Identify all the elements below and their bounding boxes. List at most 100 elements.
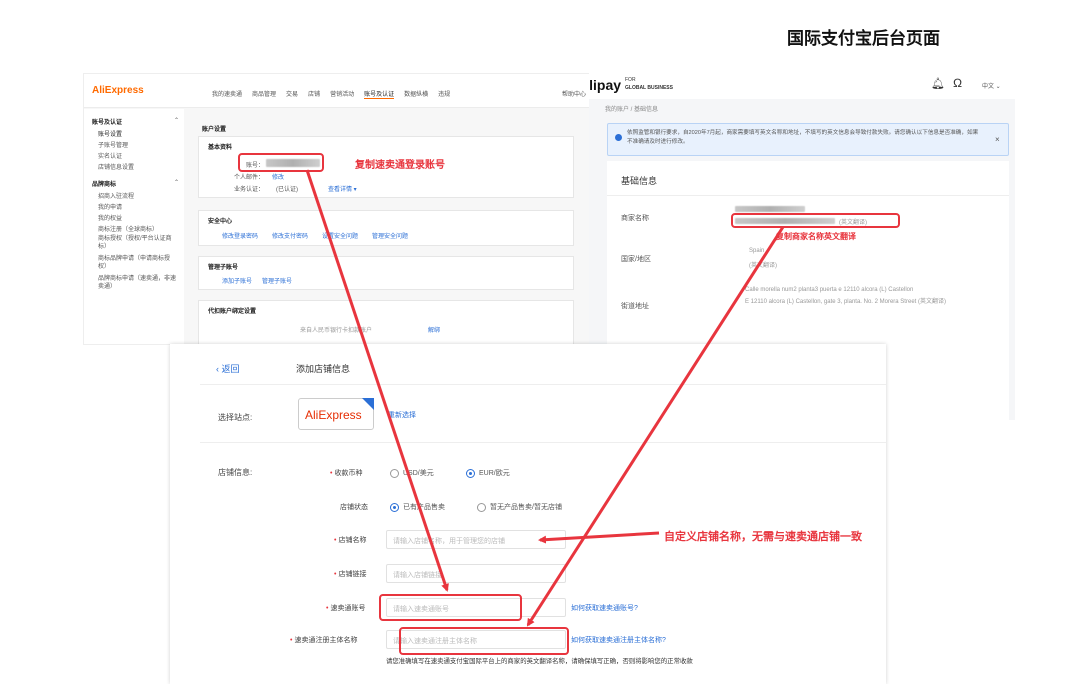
divider bbox=[607, 195, 1009, 196]
account-help-link[interactable]: 如何获取速卖通账号? bbox=[571, 603, 638, 613]
entity-help-link[interactable]: 如何获取速卖通注册主体名称? bbox=[571, 635, 666, 645]
payout-row: 来自人民币银行卡扣款账户 bbox=[300, 328, 373, 334]
address-label: 街道地址 bbox=[621, 303, 649, 310]
highlight-account-input bbox=[379, 594, 522, 621]
shop-name-input[interactable]: 请输入店铺名称，用于管理您的店铺 bbox=[386, 530, 566, 549]
sidebar-item[interactable]: 商标品牌申请（申请商标授权） bbox=[98, 255, 178, 271]
nav-item[interactable]: 数据纵横 bbox=[404, 89, 428, 99]
site-logo: AliExpress bbox=[305, 408, 362, 422]
divider bbox=[200, 442, 886, 443]
basic-info-title: 基本资料 bbox=[208, 145, 233, 151]
sub-account-link[interactable]: 添加子账号 bbox=[222, 276, 252, 285]
sidebar-item[interactable]: 商标注册（全球商标） bbox=[98, 224, 158, 233]
merchant-name-label: 商家名称 bbox=[621, 215, 649, 222]
sidebar-item[interactable]: 商标授权（授权/平台认证商标） bbox=[98, 235, 178, 251]
back-button[interactable]: ‹ 返回 bbox=[216, 362, 240, 375]
sidebar-item[interactable]: 实名认证 bbox=[98, 151, 122, 160]
aliexpress-nav: 我的速卖通 商品管理 交易 店铺 营销活动 账号及认证 数据纵横 违规 bbox=[212, 89, 450, 99]
bell-icon[interactable]: 🔔︎ bbox=[931, 77, 945, 90]
security-link[interactable]: 修改登录密码 bbox=[222, 231, 258, 240]
email-label: 个人邮件： bbox=[234, 175, 265, 181]
status-label: 店铺状态 bbox=[340, 504, 368, 511]
sub-account-link[interactable]: 管理子账号 bbox=[262, 276, 292, 285]
chevron-icon: ⌃ bbox=[174, 180, 180, 186]
address-value: Calle morella num2 planta3 puerta e 1211… bbox=[745, 287, 914, 293]
annotation-copy-login: 复制速卖通登录账号 bbox=[355, 160, 445, 171]
page-title: 国际支付宝后台页面 bbox=[787, 29, 940, 48]
alipay-logo-sub1: FOR bbox=[625, 77, 636, 83]
sidebar-item[interactable]: 子账号管理 bbox=[98, 140, 128, 149]
section-title: 账户设置 bbox=[202, 127, 227, 133]
security-links: 修改登录密码 修改支付密码 设置安全问题 管理安全问题 bbox=[222, 231, 408, 240]
sidebar-item[interactable]: 我的申请 bbox=[98, 202, 122, 211]
security-link[interactable]: 设置安全问题 bbox=[322, 231, 358, 240]
email-edit-link[interactable]: 修改 bbox=[272, 172, 284, 181]
shop-url-label: • 店铺链接 bbox=[334, 571, 367, 578]
sidebar-group-title[interactable]: 账号及认证 bbox=[92, 117, 122, 126]
sidebar-item-active[interactable]: 账号设置 bbox=[98, 129, 122, 138]
annotation-custom-name: 自定义店铺名称，无需与速卖通店铺一致 bbox=[664, 531, 862, 543]
address-value-en: E 12110 alcora (L) Castellon, gate 3, pl… bbox=[745, 299, 946, 305]
form-title: 添加店铺信息 bbox=[296, 364, 351, 374]
chevron-icon: ⌃ bbox=[174, 118, 180, 124]
shop-url-input[interactable]: 请输入店铺链接 bbox=[386, 564, 566, 583]
security-title: 安全中心 bbox=[208, 219, 233, 225]
status-option-selling[interactable]: 已有产品售卖 bbox=[390, 502, 445, 512]
security-card bbox=[198, 210, 574, 246]
sidebar-item[interactable]: 我的权益 bbox=[98, 213, 122, 222]
language-select[interactable]: 中文 ⌄ bbox=[982, 81, 1001, 90]
alipay-logo-sub2: GLOBAL BUSINESS bbox=[625, 85, 673, 91]
currency-label: • 收款币种 bbox=[330, 470, 363, 477]
nav-item[interactable]: 商品管理 bbox=[252, 89, 276, 99]
verify-label: 业务认证： bbox=[234, 187, 265, 193]
annotation-copy-name: 复制商家名称英文翻译 bbox=[776, 232, 856, 241]
breadcrumb: 我的账户 / 基础信息 bbox=[605, 107, 659, 113]
highlight-login-account bbox=[238, 153, 324, 172]
nav-item-active[interactable]: 账号及认证 bbox=[364, 89, 395, 99]
nav-item[interactable]: 我的速卖通 bbox=[212, 89, 242, 99]
status-option-none[interactable]: 暂无产品售卖/暂无店铺 bbox=[477, 502, 562, 512]
highlight-merchant-name bbox=[731, 213, 900, 228]
site-label: 选择站点: bbox=[218, 413, 253, 422]
info-icon bbox=[615, 134, 622, 141]
nav-item[interactable]: 营销活动 bbox=[330, 89, 354, 99]
user-icon[interactable]: Ω bbox=[953, 76, 962, 90]
currency-option-usd[interactable]: USD/美元 bbox=[390, 468, 434, 478]
aliexpress-panel: AliExpress 我的速卖通 商品管理 交易 店铺 营销活动 账号及认证 数… bbox=[83, 73, 595, 345]
sidebar-group-title[interactable]: 品牌商标 bbox=[92, 179, 116, 188]
currency-option-eur[interactable]: EUR/欧元 bbox=[466, 468, 510, 478]
basic-info-title: 基础信息 bbox=[621, 176, 658, 186]
payout-title: 代扣账户绑定设置 bbox=[208, 309, 257, 315]
entity-name-label: • 速卖通注册主体名称 bbox=[290, 637, 358, 644]
reselect-link[interactable]: 重新选择 bbox=[388, 410, 416, 420]
shop-name-label: • 店铺名称 bbox=[334, 537, 367, 544]
security-link[interactable]: 管理安全问题 bbox=[372, 231, 408, 240]
notice-close-icon[interactable]: × bbox=[995, 135, 1000, 144]
nav-item[interactable]: 违规 bbox=[438, 89, 450, 99]
alipay-logo[interactable]: Alipay bbox=[589, 77, 621, 93]
sidebar-item[interactable]: 店铺信息设置 bbox=[98, 162, 134, 171]
security-link[interactable]: 修改支付密码 bbox=[272, 231, 308, 240]
verify-detail-link[interactable]: 查看详情 ▾ bbox=[328, 184, 357, 193]
country-label: 国家/地区 bbox=[621, 256, 651, 263]
aliexpress-sidebar: 账号及认证 ⌃ 账号设置 子账号管理 实名认证 店铺信息设置 品牌商标 ⌃ 招商… bbox=[84, 109, 184, 344]
sub-account-links: 添加子账号 管理子账号 bbox=[222, 276, 292, 285]
payout-unbind-link[interactable]: 解绑 bbox=[428, 325, 440, 334]
nav-item[interactable]: 店铺 bbox=[308, 89, 320, 99]
entity-note: 请您准确填写在速卖通支付宝国际平台上的商家的英文翻译名称，请确保填写正确，否则将… bbox=[386, 658, 693, 665]
sidebar-item[interactable]: 品牌商标申请（速卖通，非速卖通） bbox=[98, 275, 178, 291]
shop-info-label: 店铺信息: bbox=[218, 468, 253, 477]
highlight-entity-input bbox=[399, 627, 569, 655]
sub-account-title: 管理子账号 bbox=[208, 265, 239, 271]
site-logo-box[interactable]: AliExpress bbox=[298, 398, 374, 430]
aliexpress-logo[interactable]: AliExpress bbox=[92, 85, 144, 96]
verify-value: (已认证) bbox=[276, 187, 298, 193]
sidebar-item[interactable]: 招商入驻流程 bbox=[98, 191, 134, 200]
notice-text: 依照监管和银行要求，自2020年7月起，商家需要填写英文名称和地址，不填写的英文… bbox=[627, 130, 979, 145]
merchant-name-value bbox=[735, 206, 805, 212]
divider bbox=[200, 384, 886, 385]
country-value: Spain bbox=[749, 248, 765, 254]
help-center-link[interactable]: 帮助中心 bbox=[562, 89, 586, 98]
nav-item[interactable]: 交易 bbox=[286, 89, 298, 99]
country-suffix: (英文翻译) bbox=[749, 263, 777, 269]
